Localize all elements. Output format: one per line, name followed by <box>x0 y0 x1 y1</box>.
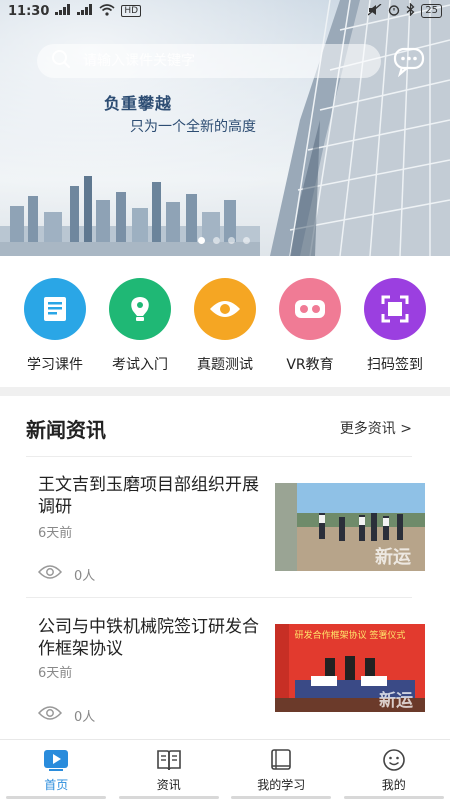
quick-action-scan-checkin[interactable]: 扫码签到 <box>350 278 440 374</box>
banner-carousel[interactable]: 负重攀越 只为一个全新的高度 <box>0 0 450 256</box>
carousel-dot[interactable] <box>228 237 235 244</box>
pen-icon <box>109 278 171 340</box>
search-icon <box>51 49 71 73</box>
carousel-dot[interactable] <box>213 237 220 244</box>
banner-slogan-main: 负重攀越 <box>104 94 173 113</box>
eye-icon <box>37 564 63 584</box>
news-thumbnail: 新运 <box>275 483 425 571</box>
home-play-icon <box>44 750 69 771</box>
carousel-dot[interactable] <box>243 237 250 244</box>
nav-label: 我的 <box>381 778 406 792</box>
news-thumbnail: 研发合作框架协议 签署仪式 新运 <box>275 624 425 712</box>
news-item[interactable]: 公司与中铁机械院签订研发合作框架协议 6天前 0人 研发合作框架协议 签署仪式 … <box>0 610 450 738</box>
gesture-bar <box>0 796 450 800</box>
more-news-link[interactable]: 更多资讯 > <box>340 418 412 438</box>
news-title: 王文吉到玉磨项目部组织开展调研 <box>38 475 259 517</box>
news-item[interactable]: 王文吉到玉磨项目部组织开展调研 6天前 0人 新运 <box>0 470 450 598</box>
quick-actions: 学习课件 考试入门 真题测试 VR教育 扫码签到 <box>0 270 450 380</box>
news-section-title: 新闻资讯 <box>26 418 106 442</box>
hd-badge: HD <box>121 5 142 17</box>
battery-indicator: 25 <box>421 4 442 18</box>
nav-profile[interactable]: 我的 <box>338 740 450 800</box>
bottom-navigation: 首页 资讯 我的学习 我的 <box>0 739 450 800</box>
bluetooth-icon <box>406 2 415 19</box>
divider <box>26 456 412 457</box>
quick-action-label: 学习课件 <box>27 357 83 373</box>
alarm-icon <box>388 4 400 19</box>
wifi-icon <box>99 3 115 19</box>
news-views: 0人 <box>37 705 96 725</box>
courseware-icon <box>24 278 86 340</box>
message-button[interactable] <box>393 45 425 78</box>
signal-icon <box>77 4 93 18</box>
quick-action-label: 考试入门 <box>112 357 168 373</box>
svg-text:新运: 新运 <box>375 546 411 568</box>
banner-slogan-sub: 只为一个全新的高度 <box>130 119 256 135</box>
news-time: 6天前 <box>38 526 73 541</box>
view-count: 0人 <box>74 709 96 725</box>
quick-action-label: 扫码签到 <box>367 357 423 373</box>
nav-my-learning[interactable]: 我的学习 <box>225 740 338 800</box>
nav-label: 首页 <box>44 778 69 792</box>
chat-bubble-icon <box>393 47 425 78</box>
news-time: 6天前 <box>38 666 73 681</box>
status-bar: 11:30 HD 25 <box>0 0 450 22</box>
building-facade-image <box>270 0 450 256</box>
news-views: 0人 <box>37 564 96 584</box>
svg-text:新运: 新运 <box>379 690 413 711</box>
news-title: 公司与中铁机械院签订研发合作框架协议 <box>38 617 259 659</box>
divider <box>26 597 412 598</box>
signal-icon <box>55 4 71 18</box>
smile-icon <box>382 749 405 771</box>
nav-label: 资讯 <box>156 778 181 792</box>
section-divider <box>0 387 450 396</box>
search-input[interactable] <box>83 53 343 69</box>
vr-glasses-icon <box>279 278 341 340</box>
scan-icon <box>364 278 426 340</box>
eye-icon <box>194 278 256 340</box>
quick-action-courseware[interactable]: 学习课件 <box>10 278 100 374</box>
view-count: 0人 <box>74 568 96 584</box>
nav-home[interactable]: 首页 <box>0 740 113 800</box>
search-bar[interactable] <box>37 44 381 78</box>
carousel-dot[interactable] <box>198 237 205 244</box>
eye-icon <box>37 705 63 725</box>
quick-action-exam-intro[interactable]: 考试入门 <box>95 278 185 374</box>
mute-icon <box>367 3 382 19</box>
status-time: 11:30 <box>8 3 50 19</box>
nav-label: 我的学习 <box>257 778 306 792</box>
quick-action-past-exams[interactable]: 真题测试 <box>180 278 270 374</box>
quick-action-vr[interactable]: VR教育 <box>265 278 355 374</box>
carousel-indicator <box>198 237 250 244</box>
quick-action-label: VR教育 <box>286 357 334 373</box>
thumbnail-banner-text: 研发合作框架协议 签署仪式 <box>295 629 406 641</box>
nav-news[interactable]: 资讯 <box>113 740 226 800</box>
quick-action-label: 真题测试 <box>197 357 253 373</box>
book-open-icon <box>156 750 181 771</box>
notebook-icon <box>271 749 292 770</box>
